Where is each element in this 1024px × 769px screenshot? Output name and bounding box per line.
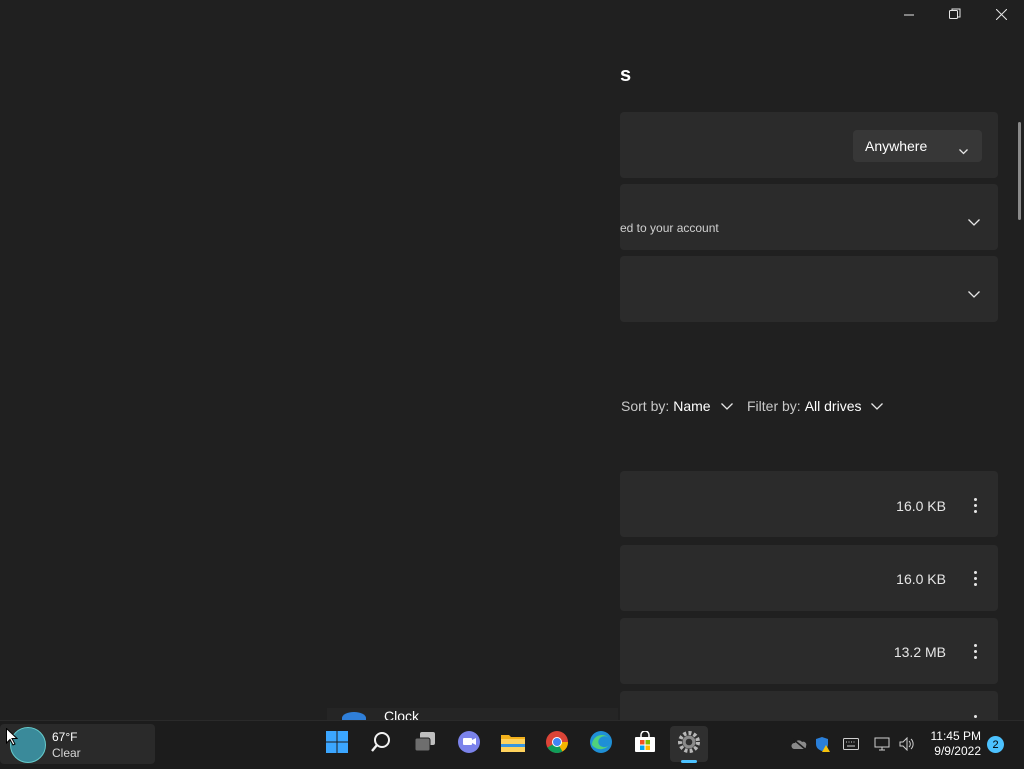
task-view-icon xyxy=(413,731,437,758)
restore-icon xyxy=(949,7,961,25)
filter-label: Filter by: xyxy=(747,398,801,414)
install-location-dropdown[interactable]: Anywhere xyxy=(853,130,982,162)
edge-button[interactable] xyxy=(585,728,617,760)
minimize-icon xyxy=(904,7,914,25)
task-view-button[interactable] xyxy=(409,728,441,760)
start-icon xyxy=(325,730,349,759)
app-list-item[interactable] xyxy=(620,691,998,720)
filter-dropdown[interactable]: Filter by: All drives xyxy=(747,398,884,414)
chrome-button[interactable] xyxy=(541,728,573,760)
notification-badge[interactable]: 2 xyxy=(987,736,1004,753)
filter-value: All drives xyxy=(804,398,862,414)
clock-app-icon xyxy=(342,712,366,720)
settings-button[interactable] xyxy=(670,726,708,762)
more-options-icon[interactable] xyxy=(966,642,984,660)
close-icon xyxy=(995,7,1007,25)
share-across-devices-subtext: ed to your account xyxy=(620,221,719,235)
chrome-icon xyxy=(545,730,569,759)
clock-list-item[interactable]: Clock xyxy=(327,708,618,720)
more-options-icon[interactable] xyxy=(966,569,984,587)
weather-widget[interactable]: 67°F Clear xyxy=(0,724,155,764)
onedrive-icon[interactable] xyxy=(791,736,807,752)
active-app-indicator xyxy=(681,760,697,763)
minimize-button[interactable] xyxy=(886,0,932,32)
clock-time: 11:45 PM xyxy=(930,729,981,743)
sort-label: Sort by: xyxy=(621,398,670,414)
more-options-icon[interactable] xyxy=(966,496,984,514)
weather-condition: Clear xyxy=(52,746,81,760)
chevron-down-icon xyxy=(959,142,968,158)
chevron-down-icon xyxy=(720,398,733,414)
teams-chat-icon xyxy=(456,730,482,759)
sort-dropdown[interactable]: Sort by: Name xyxy=(621,398,733,414)
close-button[interactable] xyxy=(978,0,1024,32)
teams-chat-button[interactable] xyxy=(453,728,485,760)
archive-apps-card[interactable] xyxy=(620,256,998,322)
volume-icon[interactable] xyxy=(899,736,915,752)
sort-value: Name xyxy=(673,398,711,414)
dropdown-value: Anywhere xyxy=(865,138,928,154)
cursor-icon xyxy=(6,728,18,746)
clock-app-name: Clock xyxy=(384,708,420,720)
app-size: 13.2 MB xyxy=(893,644,946,660)
scrollbar-thumb[interactable] xyxy=(1018,122,1021,220)
maximize-button[interactable] xyxy=(932,0,978,32)
chevron-down-icon xyxy=(871,398,884,414)
more-options-icon[interactable] xyxy=(966,713,984,720)
app-size: 16.0 KB xyxy=(896,498,946,514)
page-title: s xyxy=(620,64,632,86)
edge-icon xyxy=(589,730,613,759)
network-icon[interactable] xyxy=(874,736,890,752)
app-size: 16.0 KB xyxy=(896,571,946,587)
weather-temp: 67°F xyxy=(52,730,78,744)
share-across-devices-card[interactable] xyxy=(620,184,998,250)
chevron-down-icon[interactable] xyxy=(968,214,980,232)
clock-date: 9/9/2022 xyxy=(934,744,981,758)
file-explorer-icon xyxy=(500,731,526,758)
settings-icon xyxy=(677,730,701,759)
search-icon xyxy=(370,731,392,758)
store-button[interactable] xyxy=(629,728,661,760)
file-explorer-button[interactable] xyxy=(497,728,529,760)
store-icon xyxy=(634,729,656,758)
start-button[interactable] xyxy=(321,728,353,760)
chevron-down-icon[interactable] xyxy=(968,286,980,304)
keyboard-icon[interactable] xyxy=(843,736,859,752)
search-button[interactable] xyxy=(365,728,397,760)
system-clock[interactable]: 11:45 PM 9/9/2022 xyxy=(924,729,981,761)
security-shield-icon[interactable] xyxy=(815,736,831,752)
